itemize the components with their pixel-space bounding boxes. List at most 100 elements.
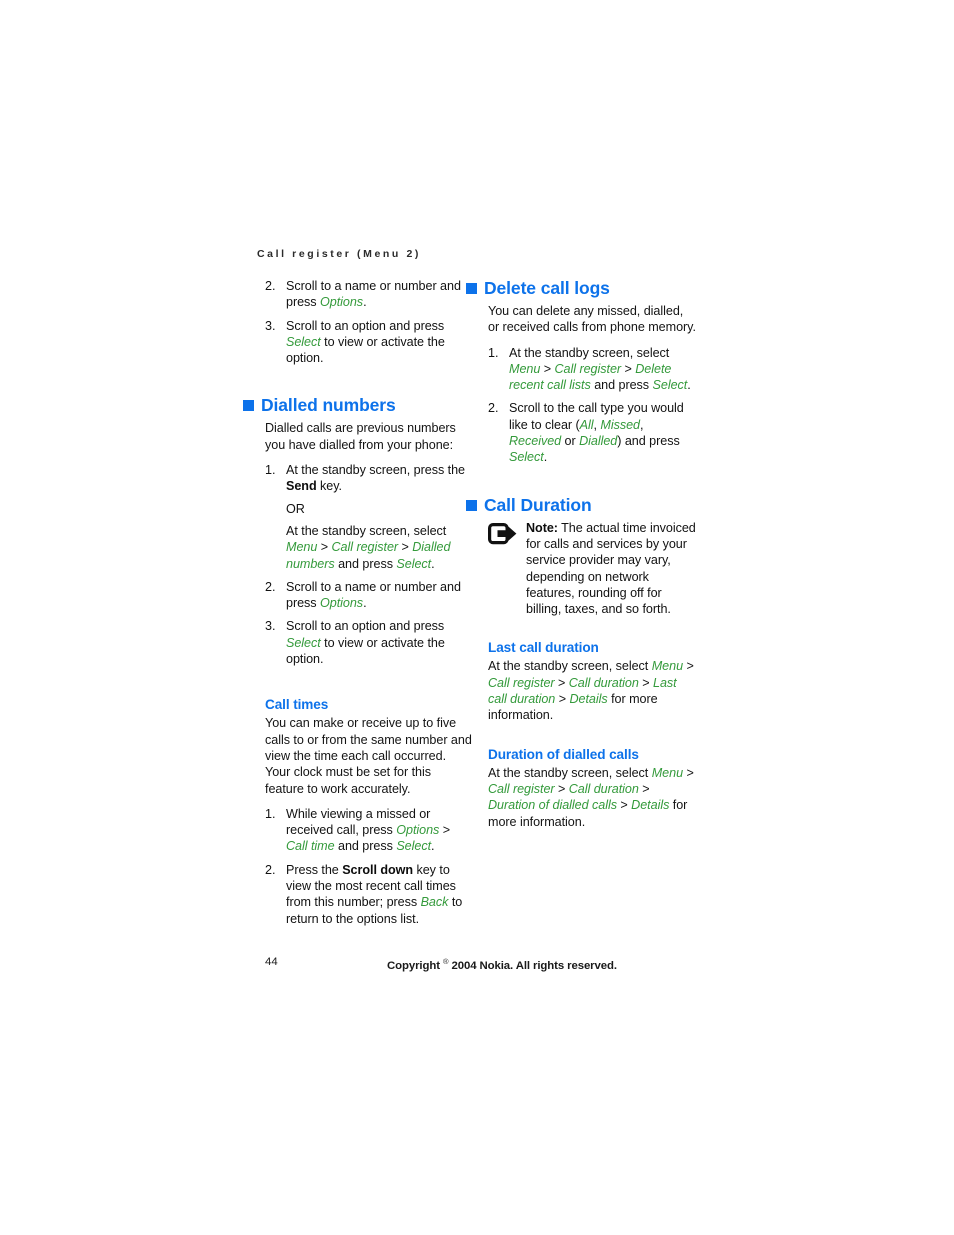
note-text: Note: The actual time invoiced for calls… (526, 520, 696, 618)
delete-call-logs-steps: 1. At the standby screen, select Menu > … (488, 345, 696, 466)
step-alternate-text: At the standby screen, select Menu > Cal… (286, 523, 473, 572)
ui-label: Select (652, 378, 688, 393)
heading-text: Dialled numbers (261, 395, 396, 416)
text-run: . (431, 556, 435, 571)
step-number: 2. (488, 401, 499, 416)
heading-delete-call-logs: Delete call logs (466, 278, 696, 299)
ui-label: Menu (286, 540, 318, 555)
path-separator: > (683, 765, 694, 780)
text-run: Scroll to a name or number and press (286, 279, 461, 310)
ui-label: Select (286, 635, 321, 650)
path-separator: > (638, 675, 654, 690)
call-times-steps: 1. While viewing a missed or received ca… (265, 806, 473, 927)
note-arrow-icon (488, 522, 518, 545)
step-text: Press the Scroll down key to view the mo… (286, 863, 462, 926)
step-or-label: OR (286, 501, 305, 516)
ui-label: Call register (554, 361, 622, 376)
text-run: key. (316, 479, 343, 494)
last-call-duration-text: At the standby screen, select Menu > Cal… (488, 658, 696, 723)
text-run: Scroll to a name or number and press (286, 579, 461, 611)
copyright-prefix: Copyright (387, 959, 440, 972)
text-run: At the standby screen, select (286, 523, 447, 538)
text-run: At the standby screen, select (488, 659, 652, 674)
ui-label: Select (509, 450, 544, 465)
list-item: 1. At the standby screen, press the Send… (265, 462, 473, 572)
text-run: At the standby screen, press the (286, 463, 466, 478)
ui-label: Missed (600, 417, 640, 432)
manual-page: Call register (Menu 2) 2. Scroll to a na… (0, 0, 954, 1235)
heading-call-duration: Call Duration (466, 495, 696, 516)
ui-label: Menu (509, 361, 541, 376)
list-item: 2. Scroll to a name or number and press … (265, 579, 473, 612)
step-text: Scroll to an option and press Select to … (286, 619, 445, 666)
ui-label: Received (509, 434, 562, 449)
step-text: At the standby screen, select Menu > Cal… (509, 346, 691, 393)
ui-label: Menu (651, 659, 684, 674)
step-number: 1. (488, 345, 499, 360)
ui-label: Details (631, 798, 670, 813)
text-run: . (687, 378, 691, 393)
path-separator: > (621, 361, 636, 376)
step-number: 2. (265, 862, 276, 877)
running-header: Call register (Menu 2) (257, 248, 421, 260)
text-run: and press (334, 839, 397, 854)
ui-label: Details (569, 692, 608, 707)
copyright-notice: Copyright ® 2004 Nokia. All rights reser… (387, 955, 617, 973)
text-run: and press (590, 378, 653, 393)
text-run: Press the (286, 862, 343, 877)
text-run: . (543, 450, 548, 465)
continued-steps-list: 2. Scroll to a name or number and press … (265, 278, 473, 366)
ui-label: Select (396, 556, 432, 571)
text-run: At the standby screen, select (488, 765, 652, 780)
step-text: Scroll to an option and press Select to … (286, 319, 445, 366)
ui-label: Menu (651, 765, 684, 780)
list-item: 3. Scroll to an option and press Select … (265, 618, 473, 667)
ui-label: Options (320, 295, 364, 310)
step-text: Scroll to a name or number and press Opt… (286, 279, 461, 309)
text-run: or (561, 434, 580, 449)
key-name: Send (286, 479, 317, 494)
ui-label: Call register (488, 675, 555, 690)
right-column: Delete call logs You can delete any miss… (466, 278, 696, 839)
text-run: . (363, 295, 367, 310)
step-text: At the standby screen, press the Send ke… (286, 463, 465, 493)
copyright-symbol: ® (442, 957, 449, 966)
duration-of-dialled-calls-text: At the standby screen, select Menu > Cal… (488, 765, 696, 830)
delete-call-logs-intro: You can delete any missed, dialled, or r… (488, 304, 696, 335)
heading-call-times: Call times (265, 697, 329, 713)
path-separator: > (638, 781, 650, 796)
ui-label: Call time (286, 839, 335, 854)
path-separator: > (398, 540, 413, 555)
path-separator: > (540, 361, 555, 376)
dialled-numbers-steps: 1. At the standby screen, press the Send… (265, 462, 473, 667)
text-run: . (363, 596, 367, 611)
ui-label: Back (420, 895, 449, 910)
list-item: 2. Scroll to the call type you would lik… (488, 400, 696, 465)
list-item: 2. Scroll to a name or number and press … (265, 278, 473, 311)
step-number: 1. (265, 463, 276, 478)
ui-label: Call duration (568, 675, 639, 690)
text-run: and press (334, 556, 397, 571)
ui-label: Select (286, 334, 321, 349)
text-run: At the standby screen, select (509, 345, 670, 360)
key-name: Scroll down (342, 862, 414, 877)
heading-text: Call Duration (484, 494, 592, 515)
square-bullet-icon (243, 400, 254, 412)
ui-label: Select (396, 839, 432, 854)
note-block: Note: The actual time invoiced for calls… (488, 520, 696, 618)
ui-label: Call register (488, 781, 555, 796)
heading-duration-of-dialled-calls: Duration of dialled calls (488, 746, 639, 762)
path-separator: > (683, 659, 694, 674)
page-number: 44 (265, 956, 278, 968)
path-separator: > (317, 540, 332, 555)
list-item: 1. At the standby screen, select Menu > … (488, 345, 696, 394)
step-number: 2. (265, 579, 276, 594)
square-bullet-icon (466, 283, 477, 294)
step-number: 2. (265, 279, 276, 293)
ui-label: Options (396, 823, 440, 838)
